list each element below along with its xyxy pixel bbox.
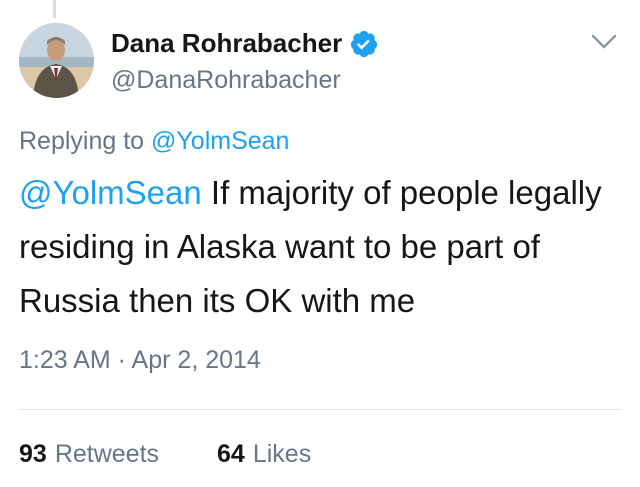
retweets-stat[interactable]: 93 Retweets	[19, 440, 159, 469]
tweet-text: @YolmSean If majority of people legally …	[19, 166, 629, 328]
author-name[interactable]: Dana Rohrabacher	[111, 28, 379, 59]
retweets-count: 93	[19, 440, 47, 468]
retweets-label: Retweets	[54, 440, 160, 468]
likes-label: Likes	[252, 440, 312, 468]
chevron-down-icon[interactable]	[590, 32, 618, 52]
tweet-mention-link[interactable]: @YolmSean	[19, 174, 202, 211]
reply-context: Replying to @YolmSean	[19, 127, 289, 156]
reply-context-handle-link[interactable]: @YolmSean	[151, 127, 289, 155]
avatar-photo	[19, 23, 94, 98]
avatar[interactable]	[19, 23, 94, 98]
likes-stat[interactable]: 64 Likes	[217, 440, 311, 469]
divider	[19, 409, 622, 410]
thread-connector-line	[53, 0, 56, 18]
likes-count: 64	[217, 440, 245, 468]
author-handle[interactable]: @DanaRohrabacher	[111, 66, 341, 95]
verified-badge-icon	[349, 29, 379, 59]
tweet-timestamp[interactable]: 1:23 AM · Apr 2, 2014	[19, 346, 261, 375]
reply-context-prefix: Replying to	[19, 127, 145, 155]
author-display-name[interactable]: Dana Rohrabacher	[111, 28, 342, 59]
engagement-stats: 93 Retweets 64 Likes	[19, 440, 311, 469]
